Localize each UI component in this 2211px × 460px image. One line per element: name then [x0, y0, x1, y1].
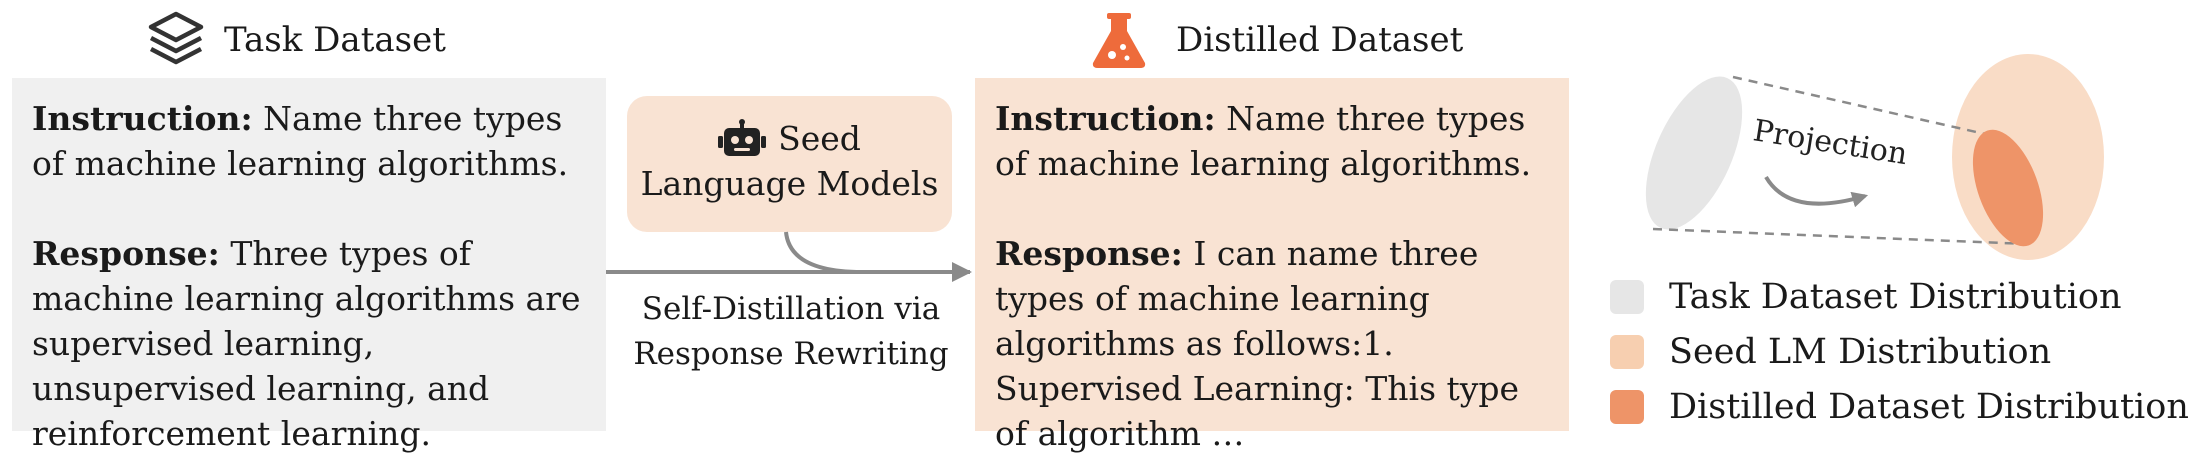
legend-item-task: Task Dataset Distribution — [1610, 276, 2122, 318]
legend-swatch-task — [1610, 280, 1644, 314]
legend-swatch-seed — [1610, 335, 1644, 369]
projection-label: Projection — [1751, 113, 1910, 172]
legend-item-distilled: Distilled Dataset Distribution — [1610, 386, 2189, 428]
task-dataset-ellipse — [1645, 76, 1743, 230]
legend-swatch-distilled — [1610, 390, 1644, 424]
projection-line-bottom — [1652, 227, 2029, 246]
legend-label-distilled: Distilled Dataset Distribution — [1669, 387, 2189, 427]
legend-item-seed: Seed LM Distribution — [1610, 331, 2051, 373]
legend-label-task: Task Dataset Distribution — [1669, 277, 2122, 317]
legend-label-seed: Seed LM Distribution — [1669, 332, 2052, 372]
projection-arrow — [1764, 175, 1869, 208]
